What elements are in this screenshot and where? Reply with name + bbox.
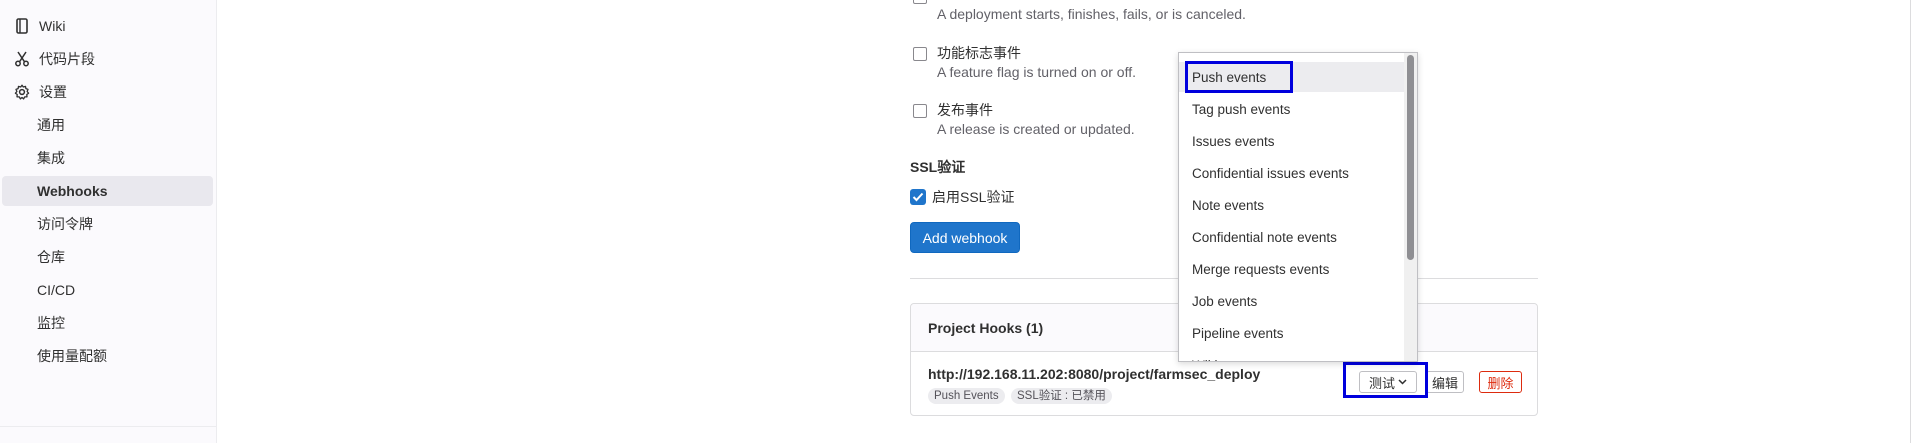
sidebar-item-label: Wiki [39, 18, 66, 34]
release-events-description: A release is created or updated. [937, 121, 1135, 137]
edit-hook-button[interactable]: 编辑 [1426, 371, 1464, 393]
dropdown-item-issues-events[interactable]: Issues events [1179, 126, 1404, 156]
sidebar-item-monitor[interactable]: 监控 [2, 308, 213, 338]
sidebar-item-label: 集成 [37, 150, 65, 166]
sidebar-item-general[interactable]: 通用 [2, 110, 213, 140]
dropdown-item-confidential-note-events[interactable]: Confidential note events [1179, 222, 1404, 252]
test-hook-dropdown-menu: Push events Tag push events Issues event… [1178, 52, 1418, 362]
sidebar-item-usage-quotas[interactable]: 使用量配额 [2, 341, 213, 371]
dropdown-item-merge-requests-events[interactable]: Merge requests events [1179, 254, 1404, 284]
dropdown-scrollbar[interactable] [1404, 53, 1417, 361]
sidebar-item-label: 仓库 [37, 249, 65, 265]
sidebar-item-snippets[interactable]: 代码片段 [2, 44, 213, 74]
feature-flag-events-checkbox[interactable] [913, 47, 927, 61]
deployment-events-description: A deployment starts, finishes, fails, or… [937, 6, 1246, 22]
dropdown-item-push-events[interactable]: Push events [1179, 62, 1404, 92]
sidebar-footer [0, 426, 216, 443]
sidebar-item-access-tokens[interactable]: 访问令牌 [2, 209, 213, 239]
project-hooks-title: Project Hooks (1) [928, 320, 1044, 336]
sidebar-item-label: 通用 [37, 117, 65, 133]
dropdown-item-job-events[interactable]: Job events [1179, 286, 1404, 316]
dropdown-item-note-events[interactable]: Note events [1179, 190, 1404, 220]
sidebar-item-label: 使用量配额 [37, 348, 107, 364]
sidebar-item-wiki[interactable]: Wiki [2, 11, 213, 41]
dropdown-item-tag-push-events[interactable]: Tag push events [1179, 94, 1404, 124]
dropdown-scrollbar-thumb[interactable] [1407, 55, 1414, 260]
gear-icon [12, 82, 32, 102]
test-hook-dropdown-button[interactable]: 测试 [1359, 371, 1417, 393]
release-events-checkbox[interactable] [913, 104, 927, 118]
test-hook-label: 测试 [1368, 375, 1395, 391]
deployment-trigger: A deployment starts, finishes, fails, or… [913, 0, 1513, 22]
checkmark-icon [912, 192, 924, 202]
page-scrollbar[interactable] [1896, 0, 1911, 443]
sidebar-item-label: Webhooks [37, 183, 108, 199]
book-icon [12, 16, 32, 36]
release-events-label: 发布事件 [937, 102, 993, 118]
sidebar-item-webhooks[interactable]: Webhooks [2, 176, 213, 206]
dropdown-item-pipeline-events[interactable]: Pipeline events [1179, 318, 1404, 348]
sidebar-item-integrations[interactable]: 集成 [2, 143, 213, 173]
dropdown-item-wiki-page-events[interactable]: Wiki page events [1179, 350, 1404, 362]
push-events-badge: Push Events [928, 388, 1005, 404]
delete-hook-button[interactable]: 删除 [1479, 371, 1522, 393]
enable-ssl-checkbox[interactable] [910, 189, 926, 205]
sidebar-item-label: 监控 [37, 315, 65, 331]
sidebar: Wiki 代码片段 设置 通用 集成 Webhooks 访问令牌 仓库 CI/C… [0, 0, 217, 443]
ssl-verification-title: SSL验证 [910, 159, 966, 175]
sidebar-item-cicd[interactable]: CI/CD [2, 275, 213, 305]
scissors-icon [12, 49, 32, 69]
sidebar-item-label: CI/CD [37, 282, 76, 298]
dropdown-item-confidential-issues-events[interactable]: Confidential issues events [1179, 158, 1404, 188]
add-webhook-button[interactable]: Add webhook [910, 222, 1020, 253]
ssl-status-badge: SSL验证 : 已禁用 [1011, 388, 1112, 404]
sidebar-item-label: 代码片段 [39, 51, 95, 67]
enable-ssl-label: 启用SSL验证 [932, 189, 1015, 205]
deployment-events-checkbox[interactable] [913, 0, 927, 4]
sidebar-item-repository[interactable]: 仓库 [2, 242, 213, 272]
sidebar-item-settings[interactable]: 设置 [2, 77, 213, 107]
hook-url: http://192.168.11.202:8080/project/farms… [928, 366, 1261, 382]
feature-flag-events-description: A feature flag is turned on or off. [937, 64, 1136, 80]
chevron-down-icon [1398, 379, 1407, 385]
sidebar-item-label: 访问令牌 [37, 216, 93, 232]
feature-flag-events-label: 功能标志事件 [937, 45, 1021, 61]
sidebar-item-label: 设置 [39, 84, 67, 100]
